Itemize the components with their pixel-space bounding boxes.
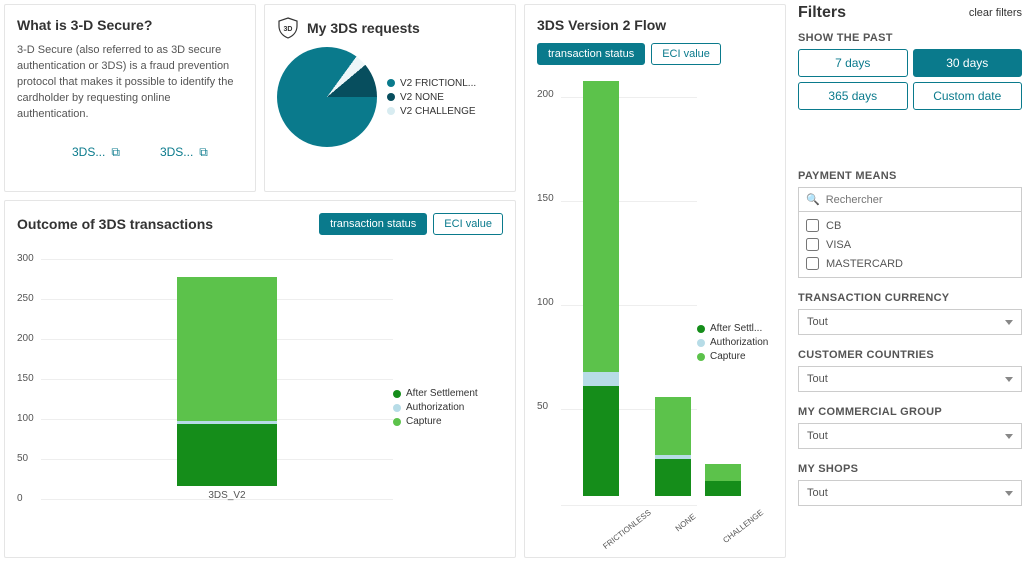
svg-text:3D: 3D (284, 26, 293, 33)
requests-card: 3D My 3DS requests V2 FRICTIONL... V2 NO… (264, 4, 516, 192)
chevron-down-icon (1005, 377, 1013, 382)
requests-legend: V2 FRICTIONL... V2 NONE V2 CHALLENGE (387, 75, 476, 120)
payment-means-search[interactable]: 🔍 (798, 187, 1022, 212)
y-tick: 150 (537, 193, 554, 204)
flow-toggle-transaction-status[interactable]: transaction status (537, 43, 645, 65)
currency-select[interactable]: Tout (798, 309, 1022, 335)
outcome-toggle-eci-value[interactable]: ECI value (433, 213, 503, 235)
filters-title: Filters (798, 4, 846, 22)
select-value: Tout (807, 373, 828, 385)
checkbox[interactable] (806, 257, 819, 270)
currency-label: TRANSACTION CURRENCY (798, 292, 1022, 304)
x-tick: CHALLENGE (722, 508, 766, 545)
flow-toggle-eci-value[interactable]: ECI value (651, 43, 721, 65)
chevron-down-icon (1005, 434, 1013, 439)
external-link-icon: ⧉ (199, 145, 208, 160)
legend-label: Authorization (406, 402, 464, 413)
select-value: Tout (807, 316, 828, 328)
legend-label: After Settlement (406, 388, 478, 399)
payment-option-cb[interactable]: CB (806, 216, 1014, 235)
flow-bar-frictionless: FRICTIONLESS (583, 81, 641, 505)
payment-option-visa[interactable]: VISA (806, 235, 1014, 254)
legend-label: V2 FRICTIONL... (400, 78, 476, 89)
legend-label: Capture (406, 416, 442, 427)
y-tick: 200 (17, 333, 34, 344)
legend-dot-icon (393, 418, 401, 426)
y-tick: 50 (17, 453, 28, 464)
x-tick: NONE (669, 508, 703, 537)
checkbox[interactable] (806, 238, 819, 251)
link-text: 3DS... (160, 145, 193, 159)
checkbox-label: CB (826, 220, 841, 232)
y-tick: 100 (17, 413, 34, 424)
what-is-link-2[interactable]: 3DS... ⧉ (160, 145, 208, 160)
legend-dot-icon (387, 93, 395, 101)
shield-3d-icon: 3D (277, 17, 299, 39)
y-tick: 0 (17, 493, 23, 504)
filter-custom-date-button[interactable]: Custom date (913, 82, 1023, 110)
outcome-chart: 300 250 200 150 100 50 0 3DS_V2 (17, 245, 393, 525)
what-is-body: 3-D Secure (also referred to as 3D secur… (17, 43, 243, 123)
what-is-link-1[interactable]: 3DS... ⧉ (72, 145, 120, 160)
chevron-down-icon (1005, 320, 1013, 325)
payment-means-list: CB VISA MASTERCARD (798, 212, 1022, 278)
filter-7-days-button[interactable]: 7 days (798, 49, 908, 77)
flow-chart: 200 150 100 50 FRICTIONLESS (537, 75, 697, 545)
requests-title: My 3DS requests (307, 20, 420, 36)
payment-means-label: PAYMENT MEANS (798, 170, 1022, 182)
shops-select[interactable]: Tout (798, 480, 1022, 506)
show-past-label: SHOW THE PAST (798, 32, 1022, 44)
y-tick: 250 (17, 293, 34, 304)
legend-label: V2 NONE (400, 92, 444, 103)
checkbox-label: MASTERCARD (826, 258, 903, 270)
x-tick: 3DS_V2 (177, 490, 277, 501)
group-select[interactable]: Tout (798, 423, 1022, 449)
flow-title: 3DS Version 2 Flow (537, 17, 773, 33)
y-tick: 50 (537, 401, 548, 412)
legend-dot-icon (393, 404, 401, 412)
clear-filters-link[interactable]: clear filters (969, 7, 1022, 19)
x-tick: FRICTIONLESS (601, 508, 652, 551)
legend-label: V2 CHALLENGE (400, 106, 476, 117)
legend-dot-icon (387, 107, 395, 115)
filter-365-days-button[interactable]: 365 days (798, 82, 908, 110)
legend-dot-icon (393, 390, 401, 398)
flow-bar-challenge: CHALLENGE (705, 464, 753, 505)
what-is-card: What is 3-D Secure? 3-D Secure (also ref… (4, 4, 256, 192)
filter-30-days-button[interactable]: 30 days (913, 49, 1023, 77)
checkbox-label: VISA (826, 239, 851, 251)
outcome-title: Outcome of 3DS transactions (17, 216, 213, 232)
y-tick: 100 (537, 297, 554, 308)
group-label: MY COMMERCIAL GROUP (798, 406, 1022, 418)
filters-panel: Filters clear filters SHOW THE PAST 7 da… (794, 4, 1026, 558)
y-tick: 150 (17, 373, 34, 384)
requests-pie-chart (277, 47, 377, 147)
select-value: Tout (807, 487, 828, 499)
search-icon: 🔍 (806, 193, 820, 206)
link-text: 3DS... (72, 145, 105, 159)
external-link-icon: ⧉ (111, 145, 120, 160)
payment-option-mastercard[interactable]: MASTERCARD (806, 254, 1014, 273)
countries-select[interactable]: Tout (798, 366, 1022, 392)
legend-dot-icon (387, 79, 395, 87)
outcome-legend: After Settlement Authorization Capture (393, 385, 503, 525)
countries-label: CUSTOMER COUNTRIES (798, 349, 1022, 361)
what-is-title: What is 3-D Secure? (17, 17, 243, 33)
outcome-card: Outcome of 3DS transactions transaction … (4, 200, 516, 558)
checkbox[interactable] (806, 219, 819, 232)
flow-bar-none: NONE (655, 397, 691, 505)
flow-card: 3DS Version 2 Flow transaction status EC… (524, 4, 786, 558)
y-tick: 200 (537, 89, 554, 100)
chevron-down-icon (1005, 491, 1013, 496)
y-tick: 300 (17, 253, 34, 264)
select-value: Tout (807, 430, 828, 442)
shops-label: MY SHOPS (798, 463, 1022, 475)
payment-means-search-input[interactable] (826, 194, 1014, 206)
outcome-toggle-transaction-status[interactable]: transaction status (319, 213, 427, 235)
